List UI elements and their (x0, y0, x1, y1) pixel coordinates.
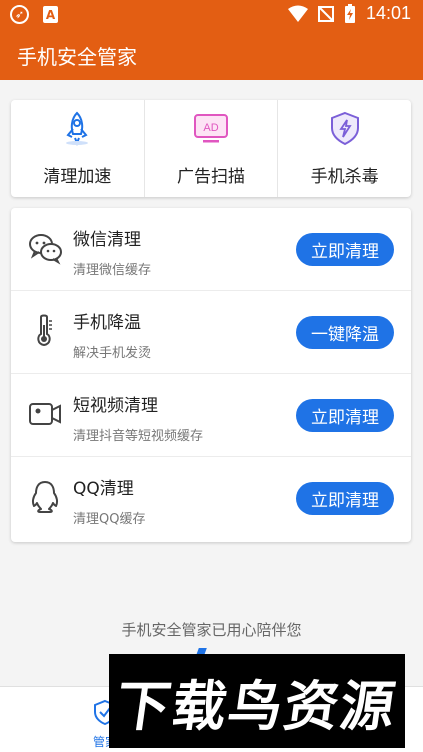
quick-action-ad-scan[interactable]: AD 广告扫描 (145, 100, 279, 197)
list-item-title: 短视频清理 (73, 396, 158, 416)
app-bar: 手机安全管家 (0, 30, 423, 80)
quick-actions-card: 清理加速 AD 广告扫描 手机杀毒 (11, 100, 411, 197)
a-notification-icon: A (43, 6, 58, 23)
clean-now-button[interactable]: 立即清理 (296, 233, 394, 266)
compass-icon: ➶ (10, 5, 29, 24)
list-item-wechat-clean: 微信清理 清理微信缓存 立即清理 (11, 208, 411, 291)
video-camera-icon (29, 403, 61, 425)
ad-icon-text: AD (203, 122, 218, 134)
list-item-short-video-clean: 短视频清理 清理抖音等短视频缓存 立即清理 (11, 374, 411, 457)
wechat-icon (29, 234, 62, 265)
companion-text: 手机安全管家已用心陪伴您 (121, 621, 302, 639)
quick-action-label: 手机杀毒 (310, 167, 379, 187)
list-item-title: QQ清理 (73, 479, 134, 499)
list-item-subtitle: 解决手机发烫 (73, 346, 152, 361)
rocket-icon (66, 111, 89, 146)
battery-charging-icon (344, 3, 355, 23)
feature-list-card: 微信清理 清理微信缓存 立即清理 手机降温 解决手机发烫 一键降温 短视频清理 … (11, 208, 411, 542)
quick-action-clean-speed[interactable]: 清理加速 (11, 100, 145, 197)
no-signal-icon (317, 5, 334, 22)
list-item-title: 手机降温 (73, 313, 141, 333)
shield-bolt-icon (330, 111, 359, 146)
wifi-icon (287, 5, 308, 22)
quick-action-label: 清理加速 (43, 167, 112, 187)
list-item-phone-cooling: 手机降温 解决手机发烫 一键降温 (11, 291, 411, 374)
clean-now-button[interactable]: 立即清理 (296, 399, 394, 432)
clean-now-button[interactable]: 立即清理 (296, 482, 394, 515)
quick-action-label: 广告扫描 (177, 167, 245, 187)
watermark-overlay: 下载鸟资源 (109, 654, 405, 748)
thermometer-icon (37, 314, 52, 347)
ad-icon: AD (194, 114, 228, 143)
list-item-qq-clean: QQ清理 清理QQ缓存 立即清理 (11, 457, 411, 540)
status-bar: ➶ A 14:01 (0, 0, 423, 30)
list-item-subtitle: 清理抖音等短视频缓存 (73, 429, 204, 444)
list-item-subtitle: 清理QQ缓存 (73, 512, 146, 527)
status-time: 14:01 (365, 3, 411, 23)
app-title: 手机安全管家 (17, 45, 137, 69)
list-item-subtitle: 清理微信缓存 (73, 263, 152, 278)
one-key-cool-button[interactable]: 一键降温 (296, 316, 394, 349)
quick-action-antivirus[interactable]: 手机杀毒 (278, 100, 411, 197)
watermark-text: 下载鸟资源 (111, 674, 401, 738)
list-item-title: 微信清理 (73, 230, 141, 250)
qq-penguin-icon (31, 481, 59, 513)
